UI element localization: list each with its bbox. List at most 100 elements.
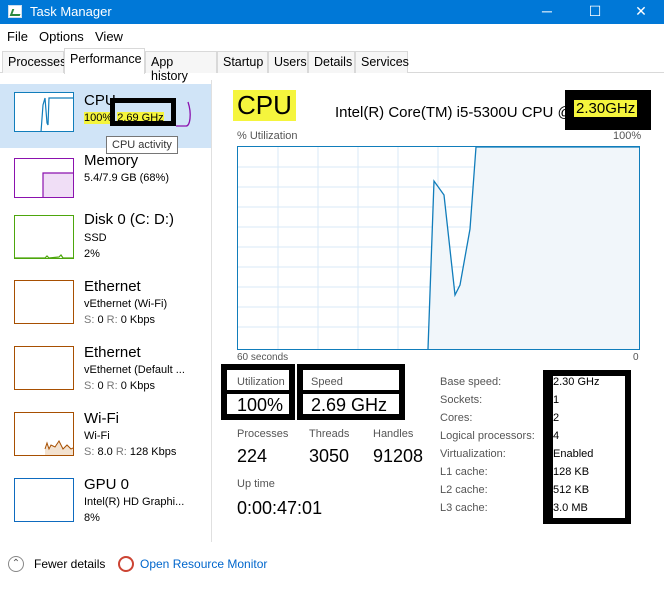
handles-value: 91208 [373,446,424,466]
graph-label: % Utilization [237,130,298,142]
cpu-thumbnail-graph [14,92,74,132]
sidebar-cpu-percent: 100% [84,112,113,124]
cpu-model-speed: 2.30GHz [574,100,638,117]
sidebar-memory-usage: 5.4/7.9 GB (68%) [84,172,169,184]
sidebar-ethernet-adapter: vEthernet (Default ... [84,364,185,376]
spec-key: L1 cache: [440,466,488,478]
spec-key: L2 cache: [440,484,488,496]
sidebar-gpu-usage: 8% [84,512,100,524]
maximize-button[interactable]: ☐ [572,0,618,24]
redaction-box: 2.30 GHz 1 2 4 Enabled 128 KB 512 KB 3.0 MB [543,370,631,524]
sidebar-wifi-name: Wi-Fi [84,410,119,427]
footer-bar: ⌃ Fewer details Open Resource Monitor [0,544,664,604]
processes-label: Processes [237,428,289,440]
wifi-thumbnail-graph [14,412,74,456]
window-title: Task Manager [30,4,112,19]
minimize-button[interactable]: ─ [524,0,570,24]
spec-keys: Base speed: Sockets: Cores: Logical process… [440,376,535,520]
sidebar-item-disk[interactable]: Disk 0 (C: D:) SSD 2% [0,211,211,275]
sidebar-disk-usage: 2% [84,248,100,260]
menu-file[interactable]: File [7,29,28,44]
tab-users[interactable]: Users [268,51,308,73]
speed-label: Speed [311,376,343,388]
redaction-bar [227,390,289,394]
close-button[interactable]: ✕ [618,0,664,24]
spec-value: 1 [553,394,560,406]
spec-value: 4 [553,430,560,442]
menu-view[interactable]: View [95,29,123,44]
sidebar-disk-type: SSD [84,232,107,244]
spec-key: Base speed: [440,376,502,388]
task-manager-icon [8,5,22,18]
memory-thumbnail-graph [14,158,74,198]
graph-time-span: 60 seconds [237,352,289,363]
utilization-value: 100% [237,395,284,415]
spec-key: Cores: [440,412,473,424]
cpu-model: Intel(R) Core(TM) i5-5300U CPU @ [335,104,573,121]
resource-monitor-icon [118,556,134,572]
cpu-detail-panel: CPU Intel(R) Core(TM) i5-5300U CPU @ 2.3… [213,80,664,542]
tab-processes[interactable]: Processes [2,51,66,73]
sidebar-item-memory[interactable]: Memory 5.4/7.9 GB (68%) [0,150,211,214]
redaction-bar [303,390,399,394]
sidebar-item-ethernet-wifi[interactable]: Ethernet vEthernet (Wi-Fi) S: 0 R: 0 Kbp… [0,278,211,342]
ethernet-thumbnail-graph [14,346,74,390]
spec-key: Virtualization: [440,448,506,460]
redaction-box: 2.30GHz [565,90,651,130]
sidebar-ethernet-throughput: S: 0 R: 0 Kbps [84,314,155,326]
tab-performance[interactable]: Performance [64,48,145,74]
spec-values: 2.30 GHz 1 2 4 Enabled 128 KB 512 KB 3.0 MB [553,376,625,518]
fewer-details-link[interactable]: Fewer details [34,557,105,571]
threads-value: 3050 [309,446,350,466]
tab-services[interactable]: Services [355,51,409,73]
spec-value: 512 KB [553,484,590,496]
sidebar-item-ethernet-default[interactable]: Ethernet vEthernet (Default ... S: 0 R: … [0,344,211,408]
tab-details[interactable]: Details [308,51,355,73]
speed-value: 2.69 GHz [311,395,388,415]
cpu-utilization-graph [237,146,640,350]
tab-strip: Processes Performance App history Startu… [0,48,664,83]
title-bar: Task Manager ─ ☐ ✕ [0,0,664,24]
spec-value: 2 [553,412,560,424]
sidebar-gpu-name: GPU 0 [84,476,130,493]
open-resource-monitor-link[interactable]: Open Resource Monitor [140,557,267,571]
processes-value: 224 [237,446,268,466]
sidebar-wifi-throughput: S: 8.0 R: 128 Kbps [84,446,177,458]
spec-key: Sockets: [440,394,483,406]
sidebar-gpu-model: Intel(R) HD Graphi... [84,496,185,508]
graph-min: 0 [633,352,639,363]
uptime-value: 0:00:47:01 [237,498,323,518]
tab-startup[interactable]: Startup [217,51,268,73]
spec-value: Enabled [553,448,594,460]
page-title: CPU [233,90,296,121]
sidebar-ethernet-throughput: S: 0 R: 0 Kbps [84,380,155,392]
ethernet-thumbnail-graph [14,280,74,324]
resource-sidebar: CPU 100% 2.69 GHz CPU activity Memory 5.… [0,80,212,542]
chevron-up-icon[interactable]: ⌃ [8,556,24,572]
menu-options[interactable]: Options [39,29,84,44]
cpu-graph-edge [176,101,191,127]
gpu-thumbnail-graph [14,478,74,522]
sidebar-wifi-adapter: Wi-Fi [84,430,110,442]
tab-app-history[interactable]: App history [145,51,217,83]
menu-bar: File Options View [0,24,664,48]
sidebar-ethernet-adapter: vEthernet (Wi-Fi) [84,298,168,310]
uptime-label: Up time [237,478,275,490]
graph-max: 100% [613,130,642,142]
spec-key: L3 cache: [440,502,488,514]
sidebar-ethernet-name: Ethernet [84,278,141,295]
spec-key: Logical processors: [440,430,535,442]
cpu-graph-svg [238,146,639,350]
spec-value: 128 KB [553,466,590,478]
threads-label: Threads [309,428,350,440]
spec-value: 3.0 MB [553,502,588,514]
sidebar-item-gpu[interactable]: GPU 0 Intel(R) HD Graphi... 8% [0,476,211,540]
disk-thumbnail-graph [14,215,74,259]
redaction-box [110,98,176,126]
handles-label: Handles [373,428,414,440]
utilization-label: Utilization [237,376,285,388]
spec-value: 2.30 GHz [553,376,600,388]
sidebar-item-wifi[interactable]: Wi-Fi Wi-Fi S: 8.0 R: 128 Kbps [0,410,211,474]
sidebar-ethernet-name: Ethernet [84,344,141,361]
sidebar-memory-name: Memory [84,152,139,169]
